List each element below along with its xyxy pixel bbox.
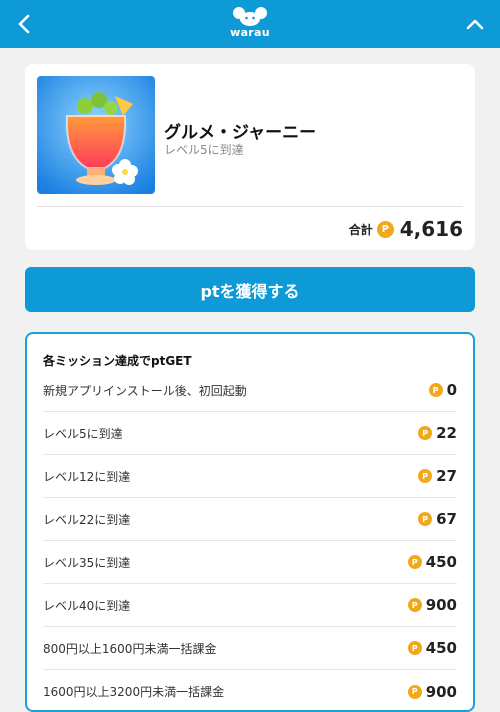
logo-text: warau bbox=[230, 26, 270, 39]
mission-row: レベル40に到達 P 900 bbox=[43, 584, 457, 627]
mission-row: レベル12に到達 P 27 bbox=[43, 455, 457, 498]
mission-points: P 27 bbox=[418, 467, 457, 485]
mission-label: レベル22に到達 bbox=[43, 512, 131, 527]
point-coin-icon: P bbox=[418, 426, 433, 440]
mission-label: 800円以上1600円未満一括課金 bbox=[43, 641, 217, 656]
mission-points: P 67 bbox=[418, 510, 457, 528]
mission-points-value: 900 bbox=[425, 682, 457, 701]
mission-points: P 900 bbox=[407, 682, 457, 701]
mission-points-value: 450 bbox=[425, 553, 457, 571]
point-coin-icon: P bbox=[418, 469, 433, 483]
back-arrow-icon[interactable] bbox=[12, 11, 38, 37]
mission-points-value: 22 bbox=[436, 424, 457, 442]
mission-points: P 450 bbox=[407, 553, 457, 571]
app-subtitle: レベル5に到達 bbox=[164, 143, 244, 157]
total-label: 合計 bbox=[348, 222, 373, 237]
mission-points: P0 bbox=[428, 381, 457, 399]
app-card: グルメ・ジャーニー レベル5に到達 合計 P 4,616 bbox=[25, 64, 475, 250]
chevron-up-icon[interactable] bbox=[462, 11, 488, 37]
mission-points-value: 900 bbox=[425, 596, 457, 614]
point-coin-icon: P bbox=[376, 220, 394, 238]
total-value: 4,616 bbox=[399, 217, 463, 241]
mission-points: P 450 bbox=[407, 639, 457, 657]
total-points: 合計 P 4,616 bbox=[349, 216, 463, 242]
mission-points-value: 27 bbox=[436, 467, 457, 485]
mission-row: 800円以上1600円未満一括課金 P 450 bbox=[43, 627, 457, 670]
logo-mouse-icon bbox=[233, 7, 267, 26]
mission-row: レベル35に到達 P 450 bbox=[43, 541, 457, 584]
mission-label: レベル12に到達 bbox=[43, 469, 131, 484]
mission-points-value: 0 bbox=[446, 381, 457, 399]
app-header: warau bbox=[0, 0, 500, 48]
missions-title: 各ミッション達成でptGET bbox=[43, 354, 192, 368]
point-coin-icon: P bbox=[407, 641, 422, 655]
warau-logo[interactable]: warau bbox=[222, 6, 278, 42]
get-points-button[interactable]: ptを獲得する bbox=[25, 267, 475, 312]
divider bbox=[37, 206, 463, 207]
mission-label: レベル40に到達 bbox=[43, 598, 131, 613]
mission-row: レベル22に到達 P 67 bbox=[43, 498, 457, 541]
missions-panel: 各ミッション達成でptGET 新規アプリインストール後、初回起動 P0 レベル5… bbox=[25, 332, 475, 712]
point-coin-icon: P bbox=[407, 555, 422, 569]
mission-points: P 900 bbox=[407, 596, 457, 614]
missions-list: 新規アプリインストール後、初回起動 P0 レベル5に到達 P 22 レベル12に到… bbox=[43, 369, 457, 710]
point-coin-icon: P bbox=[407, 598, 422, 612]
mission-label: レベル5に到達 bbox=[43, 426, 123, 441]
point-coin-icon: P bbox=[418, 512, 433, 526]
mission-label: 1600円以上3200円未満一括課金 bbox=[43, 685, 225, 699]
app-name: グルメ・ジャーニー bbox=[164, 123, 317, 143]
mission-points-value: 450 bbox=[425, 639, 457, 657]
mission-row: 新規アプリインストール後、初回起動 P0 bbox=[43, 369, 457, 412]
mission-points: P 22 bbox=[418, 424, 457, 442]
mission-label: レベル35に到達 bbox=[43, 555, 131, 570]
point-coin-icon: P bbox=[428, 383, 443, 397]
point-coin-icon: P bbox=[407, 684, 422, 699]
app-thumbnail[interactable] bbox=[37, 76, 155, 194]
mission-row: 1600円以上3200円未満一括課金 P 900 bbox=[43, 670, 457, 710]
mission-row: レベル5に到達 P 22 bbox=[43, 412, 457, 455]
mission-points-value: 67 bbox=[436, 510, 457, 528]
mission-label: 新規アプリインストール後、初回起動 bbox=[43, 383, 247, 398]
